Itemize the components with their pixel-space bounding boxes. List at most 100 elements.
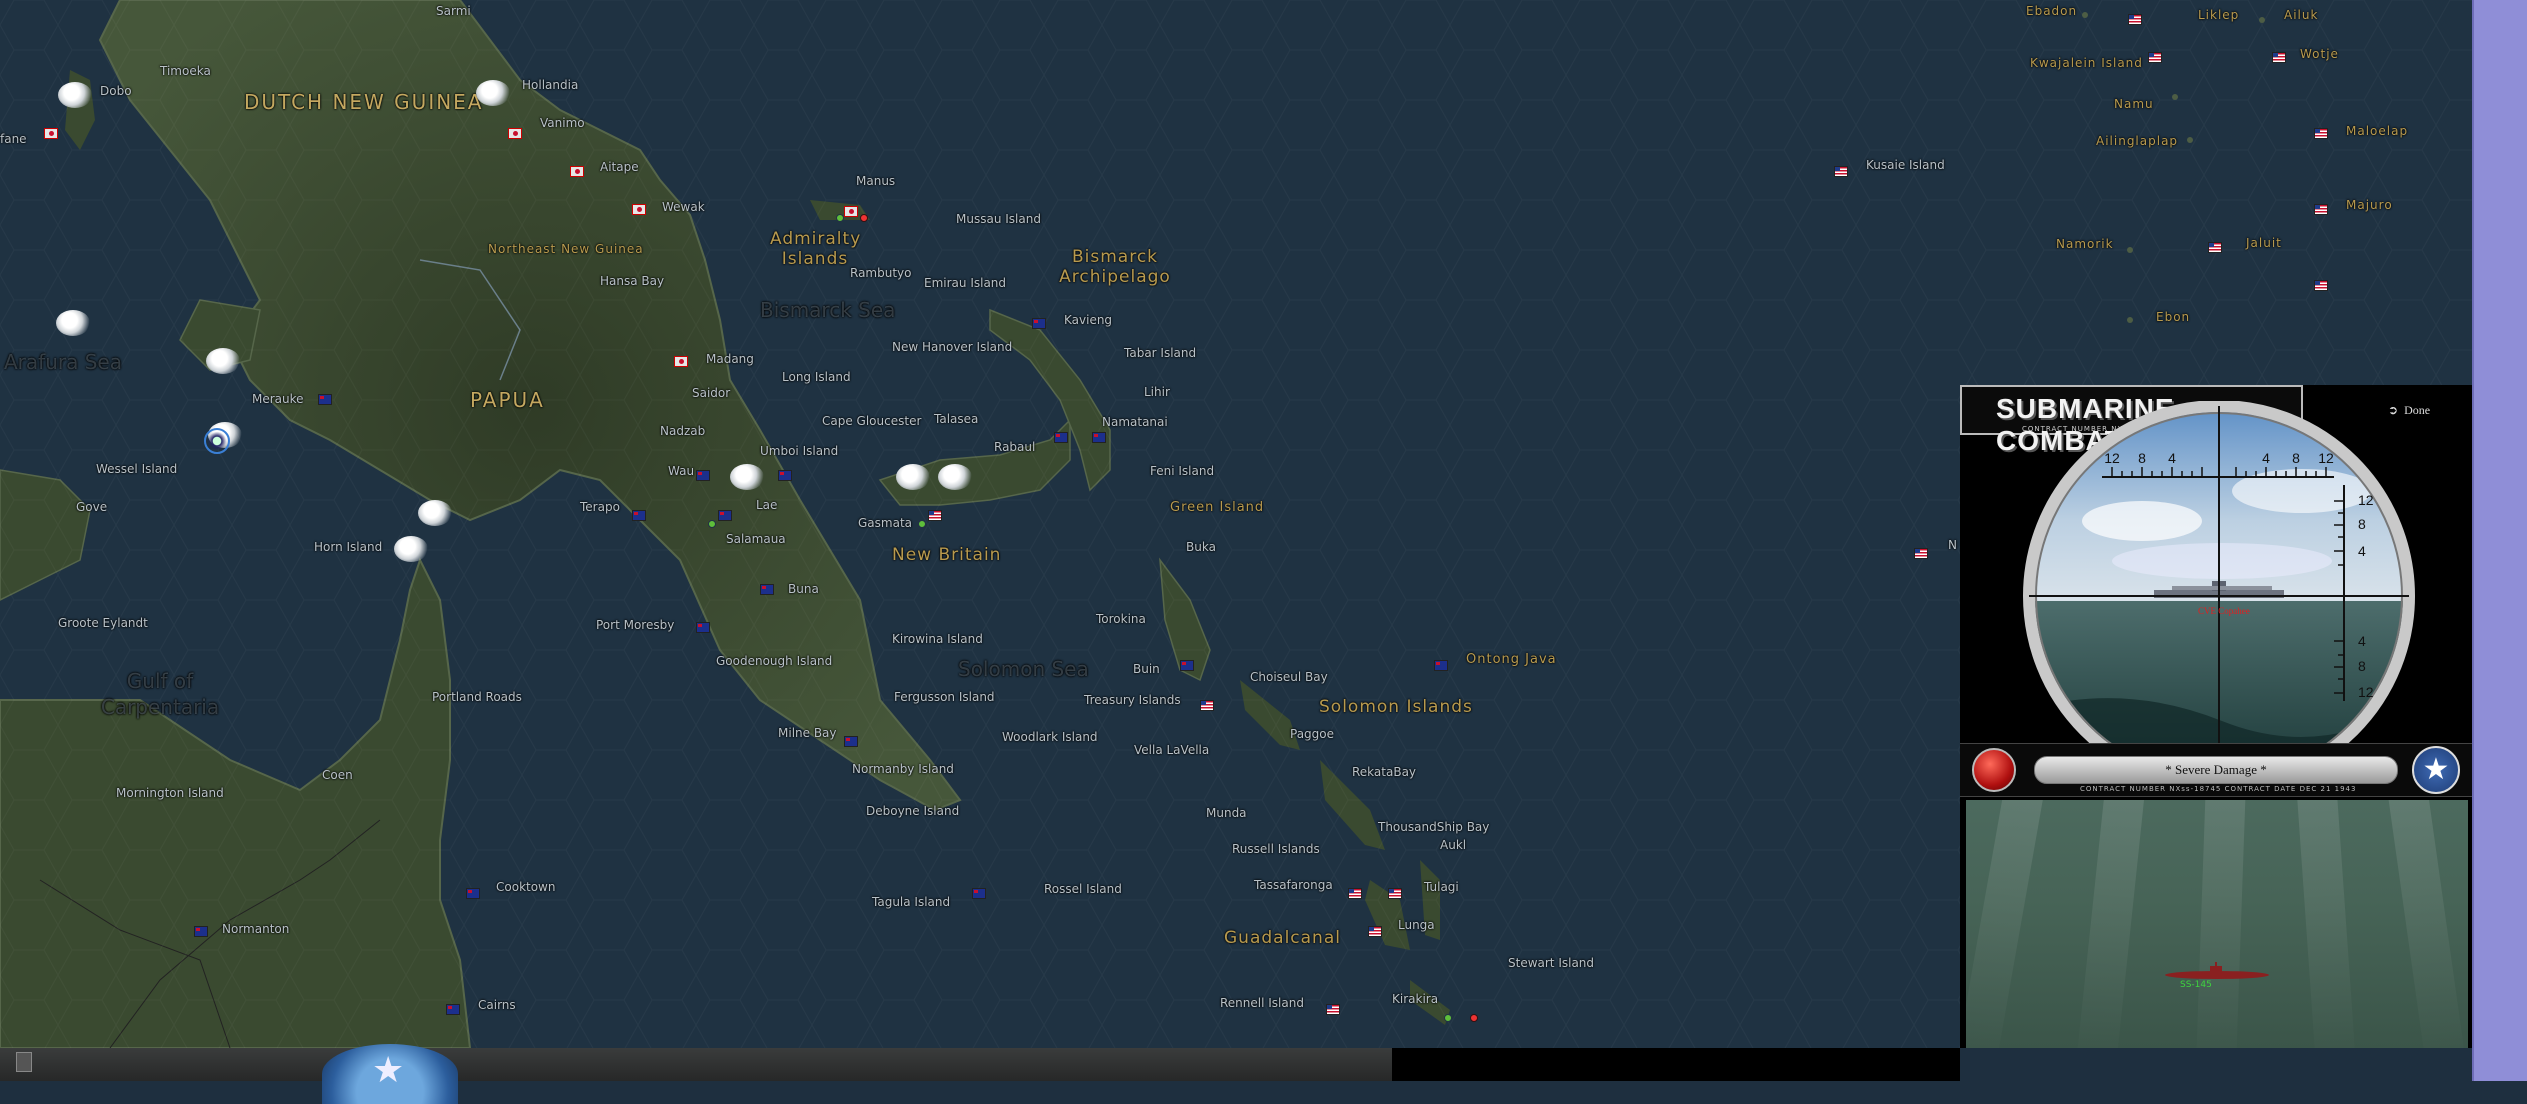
place-label: Kirakira [1392, 992, 1439, 1006]
australian-base-icon[interactable] [194, 926, 208, 937]
us-base-icon[interactable] [928, 510, 942, 521]
australian-base-icon[interactable] [466, 888, 480, 899]
australian-base-icon[interactable] [632, 510, 646, 521]
us-base-icon[interactable] [2314, 280, 2328, 291]
australian-base-icon[interactable] [318, 394, 332, 405]
australian-base-icon[interactable] [1092, 432, 1106, 443]
place-label: Paggoe [1290, 727, 1335, 741]
star-icon: ★ [372, 1050, 405, 1091]
place-label: Lae [756, 498, 778, 512]
unit-marker[interactable] [918, 520, 926, 528]
us-base-icon[interactable] [2128, 14, 2142, 25]
place-label: Namatanai [1102, 415, 1168, 429]
australian-base-icon[interactable] [1434, 660, 1448, 671]
australian-base-icon[interactable] [696, 470, 710, 481]
unit-marker[interactable] [836, 214, 844, 222]
australian-base-icon[interactable] [972, 888, 986, 899]
us-base-icon[interactable] [2314, 204, 2328, 215]
australian-base-icon[interactable] [696, 622, 710, 633]
place-label: Saidor [692, 386, 731, 400]
japanese-base-icon[interactable] [44, 128, 58, 139]
australian-base-icon[interactable] [446, 1004, 460, 1015]
place-label: Rossel Island [1044, 882, 1122, 896]
us-base-icon[interactable] [1914, 548, 1928, 559]
submarine-icon [2165, 962, 2269, 979]
right-side-bar[interactable] [2472, 0, 2527, 1081]
selected-unit-icon[interactable] [204, 428, 230, 454]
us-base-icon[interactable] [2314, 128, 2328, 139]
us-base-icon[interactable] [1388, 888, 1402, 899]
scope-scale-label: 4 [2358, 633, 2366, 649]
place-label: Wotje [2300, 47, 2339, 61]
sea-arafura: Arafura Sea [4, 350, 122, 374]
cloud-icon [58, 82, 92, 108]
place-label: Merauke [252, 392, 304, 406]
cloud-icon [56, 310, 90, 336]
place-label: Mussau Island [956, 212, 1041, 226]
place-label: Cooktown [496, 880, 556, 894]
place-label: Normanton [222, 922, 290, 936]
fire-button[interactable] [1972, 748, 2016, 792]
bottom-info-area [1392, 1048, 1960, 1081]
place-label: Ebadon [2026, 4, 2078, 18]
australian-base-icon[interactable] [1032, 318, 1046, 329]
place-label: Russell Islands [1232, 842, 1320, 856]
place-label: RekataBay [1352, 765, 1417, 779]
us-base-icon[interactable] [1326, 1004, 1340, 1015]
place-label: Cairns [478, 998, 516, 1012]
place-label: Buka [1186, 540, 1216, 554]
damage-status: * Severe Damage * [2034, 756, 2398, 784]
australian-base-icon[interactable] [718, 510, 732, 521]
scope-scale-label: 8 [2138, 450, 2146, 466]
bottom-right-area [1960, 1048, 2472, 1081]
target-label: CVE Copahee [2198, 606, 2250, 616]
cloud-icon [206, 348, 240, 374]
australian-base-icon[interactable] [778, 470, 792, 481]
australian-base-icon[interactable] [1054, 432, 1068, 443]
us-base-icon[interactable] [2272, 52, 2286, 63]
us-base-icon[interactable] [2208, 242, 2222, 253]
faction-emblem[interactable]: ★ [322, 1044, 458, 1104]
region-solomon-islands: Solomon Islands [1319, 697, 1473, 717]
place-label: Lunga [1398, 918, 1435, 932]
unit-marker[interactable] [1470, 1014, 1478, 1022]
japanese-base-icon[interactable] [508, 128, 522, 139]
place-label: Portland Roads [432, 690, 522, 704]
japanese-base-icon[interactable] [632, 204, 646, 215]
region-bismarck-archipelago: Bismarck Archipelago [1059, 247, 1171, 287]
place-label: Rennell Island [1220, 996, 1304, 1010]
unit-marker[interactable] [1444, 1014, 1452, 1022]
place-label: Milne Bay [778, 726, 837, 740]
us-base-icon[interactable] [1348, 888, 1362, 899]
place-label: Manus [856, 174, 896, 188]
japanese-base-icon[interactable] [844, 206, 858, 217]
place-label: Timoeka [160, 64, 211, 78]
place-label: Deboyne Island [866, 804, 960, 818]
cloud-icon [896, 464, 930, 490]
us-base-icon[interactable] [1200, 700, 1214, 711]
unit-marker[interactable] [860, 214, 868, 222]
place-label: Gasmata [858, 516, 913, 530]
place-label: Umboi Island [760, 444, 839, 458]
place-label: Kwajalein Island [2030, 56, 2143, 70]
scope-scale-label: 8 [2292, 450, 2300, 466]
place-label: Wessel Island [96, 462, 178, 476]
unit-marker[interactable] [708, 520, 716, 528]
scope-scale-label: 12 [2104, 450, 2120, 466]
australian-base-icon[interactable] [760, 584, 774, 595]
place-label: Woodlark Island [1002, 730, 1098, 744]
australian-base-icon[interactable] [1180, 660, 1194, 671]
place-label: Lihir [1144, 385, 1170, 399]
japanese-base-icon[interactable] [674, 356, 688, 367]
place-label: Groote Eylandt [58, 616, 148, 630]
scope-scale-label: 12 [2358, 684, 2374, 700]
region-new-britain: New Britain [892, 545, 1002, 565]
us-base-icon[interactable] [1368, 926, 1382, 937]
us-base-icon[interactable] [1834, 166, 1848, 177]
menu-handle[interactable] [16, 1052, 32, 1072]
place-label: Ailuk [2284, 8, 2319, 22]
us-base-icon[interactable] [2148, 52, 2162, 63]
place-label: Madang [706, 352, 754, 366]
australian-base-icon[interactable] [844, 736, 858, 747]
japanese-base-icon[interactable] [570, 166, 584, 177]
